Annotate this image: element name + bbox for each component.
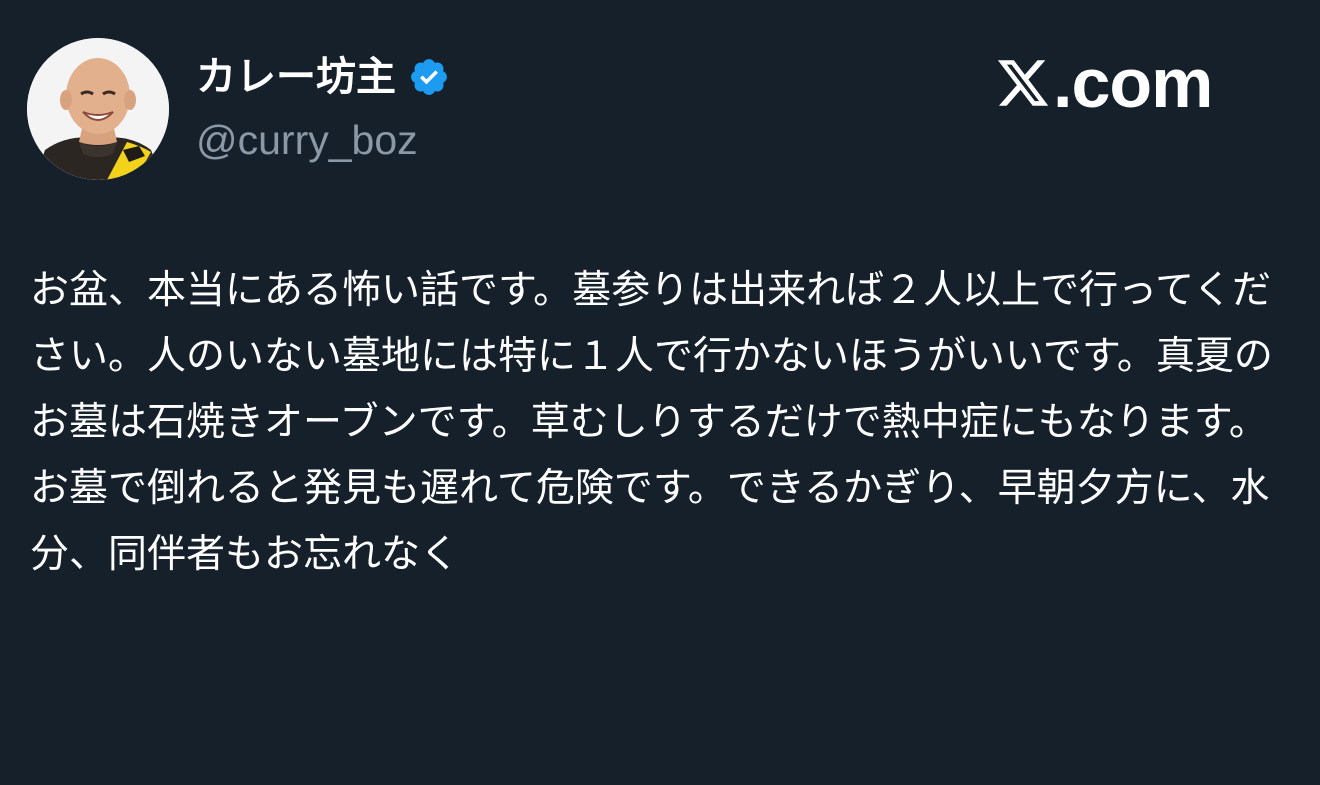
author-name-row[interactable]: カレー坊主 [196,52,450,102]
verified-badge-icon [408,56,450,98]
display-name[interactable]: カレー坊主 [196,52,396,102]
author-handle[interactable]: @curry_boz [196,114,418,166]
tweet-body: お盆、本当にある怖い話です。墓参りは出来れば２人以上で行ってください。人のいない… [30,268,1273,577]
avatar-photo [27,38,169,180]
avatar[interactable] [27,38,169,180]
brand-domain-text: .com [1053,44,1213,122]
tweet-card: カレー坊主 @curry_boz .com お盆、本当にある怖い話です。墓参りは… [0,0,1320,785]
x-brand-logo: .com [995,44,1213,122]
x-logo-icon [995,55,1051,111]
